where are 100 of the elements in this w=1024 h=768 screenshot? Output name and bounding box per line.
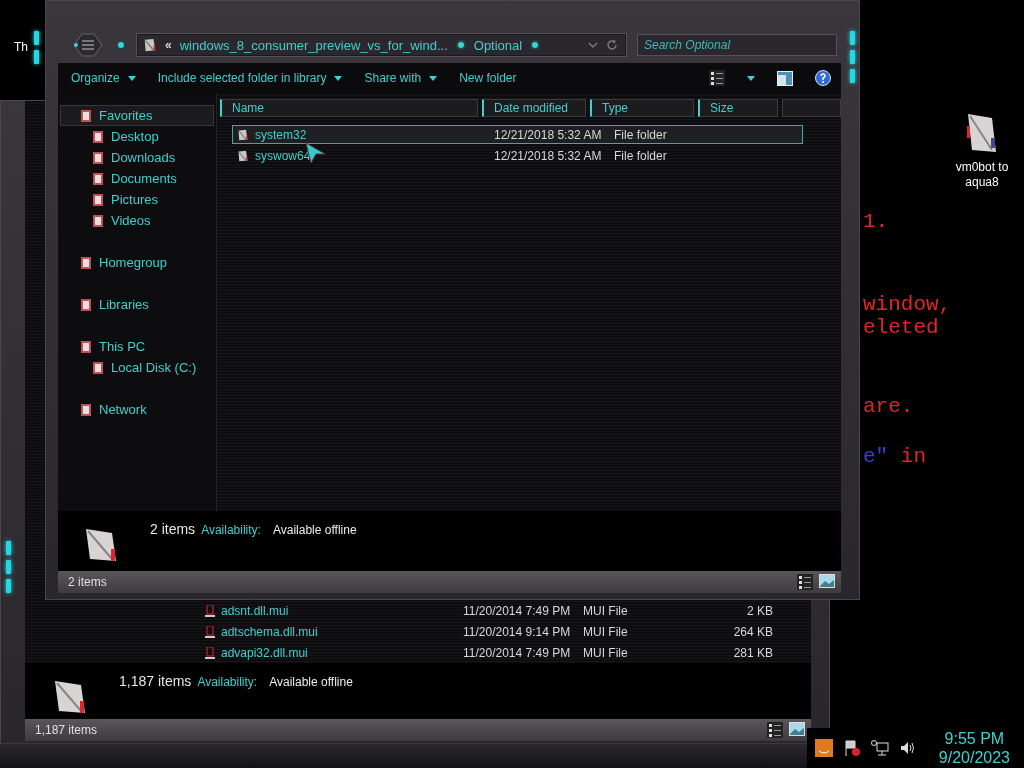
nav-item[interactable]: Libraries xyxy=(60,294,214,315)
flag-icon[interactable] xyxy=(842,739,861,757)
file-icon xyxy=(205,604,215,617)
refresh-icon[interactable] xyxy=(606,39,618,51)
clock-time[interactable]: 9:55 PM xyxy=(944,729,1005,748)
date-cell-text: 12/21/2018 5:32 AM xyxy=(494,127,603,142)
nav-item-icon xyxy=(79,339,93,354)
folder-icon xyxy=(237,149,249,162)
toolbar-button[interactable]: Organize xyxy=(71,71,136,85)
caret-icon xyxy=(127,75,136,81)
breadcrumb[interactable]: Optional xyxy=(473,37,523,53)
nav-item[interactable]: Desktop xyxy=(60,126,214,147)
nav-item-icon xyxy=(91,213,105,228)
preview-pane-icon[interactable] xyxy=(777,70,793,86)
nav-item-icon xyxy=(79,402,93,417)
code-text: 1. xyxy=(863,210,890,233)
nav-item[interactable]: Network xyxy=(60,399,214,420)
file-name[interactable]: adsnt.dll.mui xyxy=(205,603,289,618)
nav-item[interactable]: Homegroup xyxy=(60,252,214,273)
indicator-light xyxy=(6,579,11,593)
item-count: 2 items xyxy=(150,521,196,537)
desktop-icon-label[interactable]: vm0bot to aqua8 xyxy=(940,160,1024,190)
nav-item-icon xyxy=(91,192,105,207)
clock-date[interactable]: 9/20/2023 xyxy=(938,748,1010,767)
status-text: 1,187 items xyxy=(35,723,98,737)
nav-item[interactable]: Videos xyxy=(60,210,214,231)
type-cell-text: MUI File xyxy=(583,624,629,639)
separator-dot xyxy=(455,40,466,50)
indicator-light xyxy=(34,50,39,64)
item-count: 1,187 items xyxy=(119,673,192,689)
chevron-glyph[interactable]: « xyxy=(165,38,172,52)
thumbnail-view-icon[interactable] xyxy=(819,574,835,588)
file-row[interactable]: system32 12/21/2018 5:32 AM File folder xyxy=(232,125,803,144)
network-icon[interactable] xyxy=(870,739,889,757)
indicator-light xyxy=(850,50,855,64)
nav-item[interactable]: Favorites xyxy=(60,105,214,126)
indicator-light xyxy=(6,541,11,555)
nav-item-icon xyxy=(91,171,105,186)
folder-name: system32 xyxy=(233,127,307,142)
column-header[interactable]: Date modified xyxy=(482,99,586,117)
size-cell-text: 2 KB xyxy=(746,603,773,618)
header-background xyxy=(782,99,841,117)
nav-item[interactable]: Pictures xyxy=(60,189,214,210)
caret-icon[interactable] xyxy=(747,75,755,81)
size-cell-text: 281 KB xyxy=(732,645,773,660)
code-text: e" in xyxy=(863,445,928,468)
dropdown-icon[interactable] xyxy=(588,41,598,49)
type-cell-text: MUI File xyxy=(583,645,629,660)
availability-value: Available offline xyxy=(272,523,357,537)
nav-item[interactable]: This PC xyxy=(60,336,214,357)
indicator-light xyxy=(850,31,855,45)
nav-item[interactable]: Downloads xyxy=(60,147,214,168)
size-cell-text: 264 KB xyxy=(732,624,773,639)
caret-icon xyxy=(334,75,343,81)
date-cell-text: 11/20/2014 7:49 PM xyxy=(463,603,572,618)
search-field[interactable]: Search Optional xyxy=(637,34,837,56)
folder-icon xyxy=(237,128,249,141)
details-view-icon[interactable] xyxy=(767,722,783,738)
address-bar[interactable]: « windows_8_consumer_preview_vs_for_wind... Optional xyxy=(136,33,627,57)
column-header[interactable]: Name xyxy=(220,99,478,117)
availability-label: Availability: xyxy=(197,675,258,689)
caret-icon xyxy=(429,75,438,81)
toolbar-button[interactable]: New folder xyxy=(459,71,517,85)
column-header[interactable]: Type xyxy=(590,99,694,117)
type-cell-text: MUI File xyxy=(583,603,629,618)
details-view-icon[interactable] xyxy=(709,70,725,86)
toolbar-button[interactable]: Include selected folder in library xyxy=(157,71,343,85)
type-cell-text: File folder xyxy=(614,127,668,142)
file-icon xyxy=(205,646,215,659)
thumbnail-view-icon[interactable] xyxy=(789,722,805,736)
file-icon xyxy=(205,625,215,638)
nav-item-icon xyxy=(79,108,93,123)
file-name[interactable]: advapi32.dll.mui xyxy=(205,645,308,660)
indicator-light xyxy=(6,560,11,574)
separator-dot xyxy=(530,40,541,50)
date-cell-text: 11/20/2014 7:49 PM xyxy=(463,645,572,660)
type-cell-text: File folder xyxy=(614,148,668,163)
details-view-icon[interactable] xyxy=(797,574,813,590)
nav-item-icon xyxy=(91,150,105,165)
date-cell-text: 11/20/2014 9:14 PM xyxy=(463,624,572,639)
nav-item-icon xyxy=(91,129,105,144)
nav-item[interactable]: Local Disk (C:) xyxy=(60,357,214,378)
nav-item-icon xyxy=(91,360,105,375)
nav-item-icon xyxy=(79,255,93,270)
code-text: are. xyxy=(863,395,915,418)
help-icon[interactable] xyxy=(815,70,831,86)
availability-label: Availability: xyxy=(201,523,261,537)
nav-item-icon xyxy=(79,297,93,312)
column-header[interactable]: Size xyxy=(698,99,778,117)
file-row[interactable]: syswow64 12/21/2018 5:32 AM File folder xyxy=(232,146,803,165)
availability-value: Available offline xyxy=(269,675,353,689)
toolbar-button[interactable]: Share with xyxy=(364,71,438,85)
desktop-icon-label[interactable]: Th xyxy=(14,40,28,55)
breadcrumb[interactable]: windows_8_consumer_preview_vs_for_wind... xyxy=(179,37,448,53)
code-text: window, xyxy=(863,293,952,316)
indicator-light xyxy=(34,31,39,45)
nav-item[interactable]: Documents xyxy=(60,168,214,189)
file-name[interactable]: adtschema.dll.mui xyxy=(205,624,318,639)
code-text: eleted xyxy=(863,316,940,339)
status-text: 2 items xyxy=(68,575,107,589)
